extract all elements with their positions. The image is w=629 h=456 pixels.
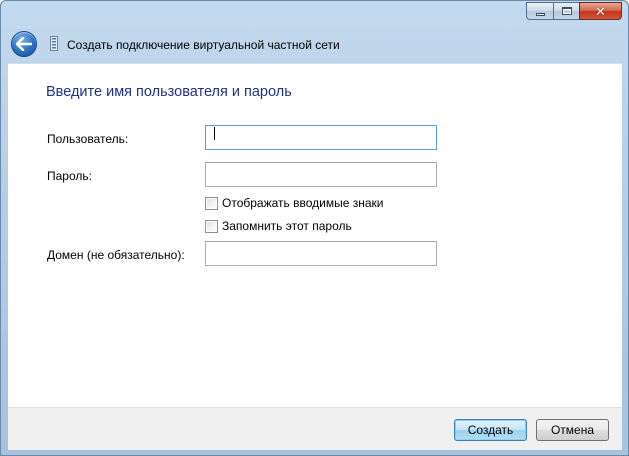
domain-input[interactable]	[205, 241, 437, 266]
password-input[interactable]	[205, 162, 437, 187]
cancel-button[interactable]: Отмена	[536, 419, 609, 441]
minimize-button[interactable]	[526, 2, 553, 20]
username-input[interactable]	[205, 125, 437, 150]
show-chars-label[interactable]: Отображать вводимые знаки	[222, 196, 383, 210]
back-arrow-icon	[16, 37, 32, 51]
back-button[interactable]	[11, 31, 37, 57]
wizard-footer: Создать Отмена	[8, 407, 622, 450]
network-icon	[50, 36, 58, 51]
show-chars-checkbox-row[interactable]: Отображать вводимые знаки	[205, 196, 383, 210]
page-heading: Введите имя пользователя и пароль	[46, 84, 292, 100]
text-caret	[214, 127, 215, 140]
username-label: Пользователь:	[47, 132, 129, 146]
caption-buttons: ✕	[526, 2, 622, 20]
maximize-icon	[561, 7, 572, 15]
wizard-header: Создать подключение виртуальной частной …	[1, 25, 628, 62]
remember-password-checkbox[interactable]	[205, 219, 218, 233]
password-label: Пароль:	[47, 169, 92, 183]
window-title: Создать подключение виртуальной частной …	[67, 38, 340, 52]
close-button[interactable]: ✕	[579, 2, 622, 20]
create-button[interactable]: Создать	[454, 419, 527, 441]
remember-password-checkbox-row[interactable]: Запомнить этот пароль	[205, 219, 352, 233]
vpn-wizard-window: ✕ Создать подключение виртуальной частно…	[0, 0, 629, 456]
minimize-icon	[535, 12, 545, 16]
maximize-button[interactable]	[553, 2, 579, 20]
domain-label: Домен (не обязательно):	[47, 248, 185, 262]
remember-password-label[interactable]: Запомнить этот пароль	[222, 219, 352, 233]
wizard-content: Введите имя пользователя и пароль Пользо…	[8, 63, 622, 407]
show-chars-checkbox[interactable]	[205, 196, 218, 210]
close-icon: ✕	[595, 3, 606, 19]
